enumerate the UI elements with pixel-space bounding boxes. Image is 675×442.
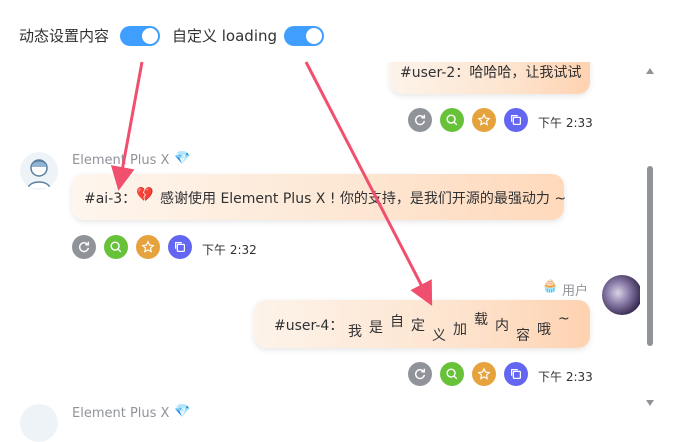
annotation-arrows: [110, 61, 433, 306]
arrow-to-loading-message: [304, 61, 433, 306]
arrow-to-ai-message: [110, 61, 144, 191]
